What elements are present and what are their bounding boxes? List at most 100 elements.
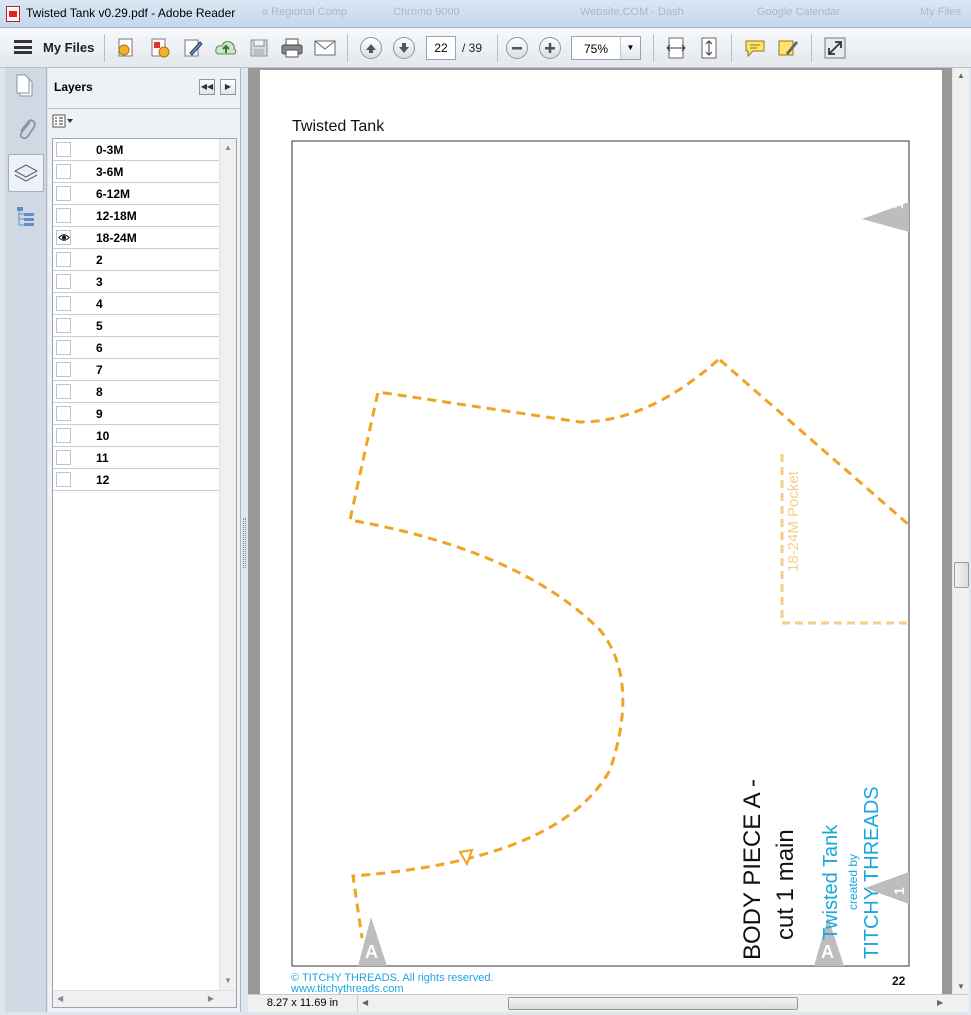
layer-row[interactable]: 4 (53, 293, 219, 315)
layer-label: 6 (96, 341, 103, 355)
pocket-label: 18-24M Pocket (785, 471, 802, 572)
layer-label: 0-3M (96, 143, 124, 157)
fit-width-icon[interactable] (664, 36, 688, 60)
marker-label: A (365, 942, 378, 962)
bookmarks-tree-icon[interactable] (8, 198, 44, 236)
marker-label: 1 (891, 887, 907, 895)
layer-row[interactable]: 18-24M (53, 227, 219, 249)
create-pdf-icon[interactable] (114, 36, 138, 60)
layer-visibility-toggle[interactable] (56, 362, 71, 377)
email-icon[interactable] (313, 36, 337, 60)
layers-icon[interactable] (8, 154, 44, 192)
highlight-icon[interactable] (776, 36, 800, 60)
print-icon[interactable] (280, 36, 304, 60)
edit-pdf-icon[interactable] (181, 36, 205, 60)
attachments-icon[interactable] (8, 110, 44, 148)
previous-page-button[interactable] (359, 36, 383, 60)
scroll-right-icon[interactable]: ▶ (208, 994, 214, 1003)
layer-row[interactable]: 11 (53, 447, 219, 469)
layer-visibility-toggle[interactable] (56, 384, 71, 399)
scroll-up-icon[interactable]: ▲ (957, 71, 965, 80)
layer-label: 18-24M (96, 231, 137, 245)
background-tab[interactable]: Website.COM - Dash (580, 6, 684, 18)
layer-row[interactable]: 3 (53, 271, 219, 293)
layer-label: 2 (96, 253, 103, 267)
layer-visibility-toggle[interactable] (56, 296, 71, 311)
arrow-up-icon (360, 37, 382, 59)
document-view[interactable]: Twisted Tank 1 1 A A 18-24M Pocket BODY … (248, 68, 952, 995)
options-arrow-icon[interactable]: ▶ (220, 79, 236, 95)
layer-options-icon (52, 114, 73, 128)
layer-visibility-toggle[interactable] (56, 318, 71, 333)
layer-row[interactable]: 2 (53, 249, 219, 271)
document-vertical-scrollbar[interactable]: ▲ ▼ (952, 68, 969, 994)
eye-icon (57, 234, 70, 241)
menu-icon[interactable] (14, 40, 32, 54)
layer-visibility-toggle[interactable] (56, 472, 71, 487)
layer-row[interactable]: 12-18M (53, 205, 219, 227)
layer-row[interactable]: 9 (53, 403, 219, 425)
page-thumbnails-icon[interactable] (8, 68, 44, 106)
horizontal-scroll-thumb[interactable] (508, 997, 798, 1010)
layer-row[interactable]: 6 (53, 337, 219, 359)
background-tab[interactable]: My Files (920, 6, 961, 18)
layer-row[interactable]: 8 (53, 381, 219, 403)
page-number-input[interactable]: 22 (426, 36, 456, 60)
layer-row[interactable]: 7 (53, 359, 219, 381)
layer-row[interactable]: 3-6M (53, 161, 219, 183)
layer-label: 8 (96, 385, 103, 399)
my-files-button[interactable]: My Files (43, 40, 94, 55)
layer-row[interactable]: 0-3M (53, 139, 219, 161)
pdf-page: Twisted Tank 1 1 A A 18-24M Pocket BODY … (260, 70, 942, 995)
layers-panel: Layers ◀◀ ▶ 0-3M 3-6M 6-12M 12-18M 18-24M 2 3 4… (48, 68, 241, 1012)
layer-visibility-toggle[interactable] (56, 252, 71, 267)
full-screen-icon[interactable] (823, 36, 847, 60)
fit-page-icon[interactable] (697, 36, 721, 60)
layer-row[interactable]: 6-12M (53, 183, 219, 205)
layer-list-hscrollbar[interactable]: ◀ ▶ (53, 990, 236, 1007)
layer-visibility-toggle[interactable] (56, 186, 71, 201)
layer-options-button[interactable] (52, 114, 76, 130)
scrollbar-thumb[interactable] (954, 562, 969, 588)
layer-row[interactable]: 10 (53, 425, 219, 447)
zoom-in-button[interactable] (538, 36, 562, 60)
collapse-pane-icon[interactable]: ◀◀ (199, 79, 215, 95)
layer-visibility-toggle[interactable] (56, 340, 71, 355)
layer-visibility-toggle[interactable] (56, 274, 71, 289)
toolbar-separator (811, 34, 812, 62)
layer-visibility-toggle[interactable] (56, 428, 71, 443)
export-pdf-icon[interactable] (148, 36, 172, 60)
layer-visibility-toggle[interactable] (56, 450, 71, 465)
background-tab[interactable]: Chromo 9000 (393, 6, 460, 18)
layer-row[interactable]: 12 (53, 469, 219, 491)
scroll-left-icon[interactable]: ◀ (57, 994, 63, 1003)
scroll-right-icon[interactable]: ▶ (937, 998, 943, 1007)
save-icon[interactable] (247, 36, 271, 60)
zoom-level-select[interactable]: 75% ▼ (571, 36, 641, 60)
chevron-down-icon[interactable]: ▼ (620, 37, 640, 59)
scroll-down-icon[interactable]: ▼ (224, 976, 232, 985)
layer-visibility-toggle[interactable] (56, 142, 71, 157)
layer-visibility-toggle[interactable] (56, 208, 71, 223)
layer-visibility-toggle[interactable] (56, 230, 71, 245)
scroll-down-icon[interactable]: ▼ (957, 982, 965, 991)
status-bar: 8.27 x 11.69 in ◀ ▶ (248, 994, 969, 1012)
background-tab[interactable]: a Regional Comp (262, 6, 347, 18)
toolbar-separator (347, 34, 348, 62)
layer-row[interactable]: 5 (53, 315, 219, 337)
layer-visibility-toggle[interactable] (56, 406, 71, 421)
pdf-file-icon (6, 6, 20, 22)
layer-label: 3 (96, 275, 103, 289)
brand-created-by: created by (846, 853, 860, 910)
window-title: Twisted Tank v0.29.pdf - Adobe Reader (26, 6, 236, 20)
scroll-left-icon[interactable]: ◀ (362, 998, 368, 1007)
cloud-upload-icon[interactable] (214, 36, 238, 60)
comment-icon[interactable] (743, 36, 767, 60)
background-tab[interactable]: Google Calendar (757, 6, 840, 18)
scroll-up-icon[interactable]: ▲ (224, 143, 232, 152)
title-bar: Twisted Tank v0.29.pdf - Adobe Reader a … (0, 0, 971, 28)
layer-visibility-toggle[interactable] (56, 164, 71, 179)
next-page-button[interactable] (392, 36, 416, 60)
zoom-out-button[interactable] (505, 36, 529, 60)
layer-list-scrollbar[interactable]: ▲ ▼ (219, 139, 236, 1007)
